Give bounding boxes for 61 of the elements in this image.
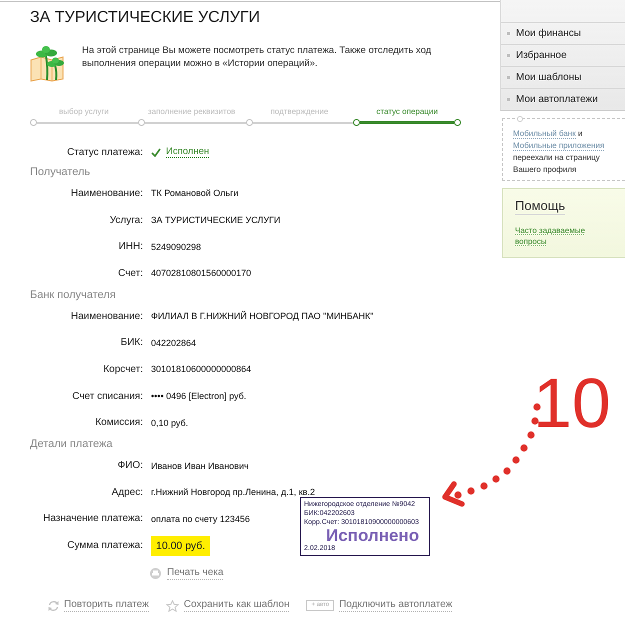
faq-link[interactable]: Часто задаваемые вопросы [515,225,587,247]
bullet-icon [507,76,510,79]
menu-item[interactable]: Мои финансы [516,28,581,39]
annotation-number: 10 [533,368,611,438]
field-value: 5249090298 [151,242,202,252]
field-label: Комиссия: [94,417,143,428]
step-label: статус операции [376,106,438,118]
section-title: Получатель [30,165,92,180]
field-label: Наименование: [70,188,143,199]
step-label: заполнение реквизитов [148,106,236,118]
field-value: г.Нижний Новгород пр.Ленина, д.1, кв.2 [151,487,315,498]
field-label: ИНН: [118,241,143,252]
field-label: Наименование: [70,310,143,322]
field-label: Адрес: [110,486,143,498]
field-value: Иванов Иван Иванович [151,460,249,471]
menu-item[interactable]: Мои шаблоны [516,72,582,83]
menu-item[interactable]: Избранное [516,50,567,61]
refresh-icon [48,600,59,612]
bullet-icon [507,32,510,35]
stamp-status: Исполнено [325,527,420,544]
section-title: Банк получателя [30,288,117,303]
field-value: 042202864 [151,338,196,348]
field-label: БИК: [120,337,143,348]
field-value: ЗА ТУРИСТИЧЕСКИЕ УСЛУГИ [151,215,280,226]
link[interactable]: Мобильный банк [513,129,576,139]
notice-text: Мобильный банк и Мобильные приложения переехали на страницу Вашего профиля [513,128,606,176]
help-title: Помощь [515,198,566,215]
field-value: 30101810600000000864 [151,364,252,374]
field-value: •••• 0496 [Electron] руб. [151,391,246,402]
print-link[interactable]: Печать чека [167,567,224,580]
action-link[interactable]: Повторить платеж [64,599,149,612]
map-palm-icon [30,46,64,82]
section-title: Детали платежа [30,437,114,452]
field-value: ФИЛИАЛ В Г.НИЖНИЙ НОВГОРОД ПАО "МИНБАНК" [151,311,374,322]
field-value: 40702810801560000170 [151,268,252,278]
field-label: Счет: [117,268,143,279]
step-label: подтверждение [270,106,328,118]
printer-icon [150,568,161,580]
action-link[interactable]: Подключить автоплатеж [339,599,452,612]
menu-item[interactable]: Мои автоплатежи [516,94,598,105]
intro-text: На этой странице Вы можете посмотреть статус платежа. Также отследить ход выполнения операции можно в «Истории операций». [82,44,432,70]
status-link[interactable]: Исполнен [166,146,210,158]
step-label: выбор услуги [59,106,109,118]
field-label: Счет списания: [71,390,143,402]
page-title: ЗА ТУРИСТИЧЕСКИЕ УСЛУГИ [30,8,262,28]
field-label: Назначение платежа: [42,513,143,524]
link[interactable]: Мобильные приложения [513,141,604,151]
star-icon [166,600,179,612]
field-label: ФИО: [116,460,143,472]
check-icon [151,148,161,156]
amount-value: 10.00 руб. [151,536,210,556]
field-value: оплата по счету 123456 [151,514,250,524]
field-label: Статус платежа: [66,146,143,158]
field-label: Корсчет: [102,364,143,375]
bullet-icon [507,54,510,57]
field-value: ТК Романовой Ольги [151,188,238,198]
field-label: Сумма платежа: [66,540,143,552]
field-value: 0,10 руб. [151,418,188,428]
action-link[interactable]: Сохранить как шаблон [184,599,290,612]
bullet-icon [507,98,510,101]
field-label: Услуга: [108,214,143,226]
